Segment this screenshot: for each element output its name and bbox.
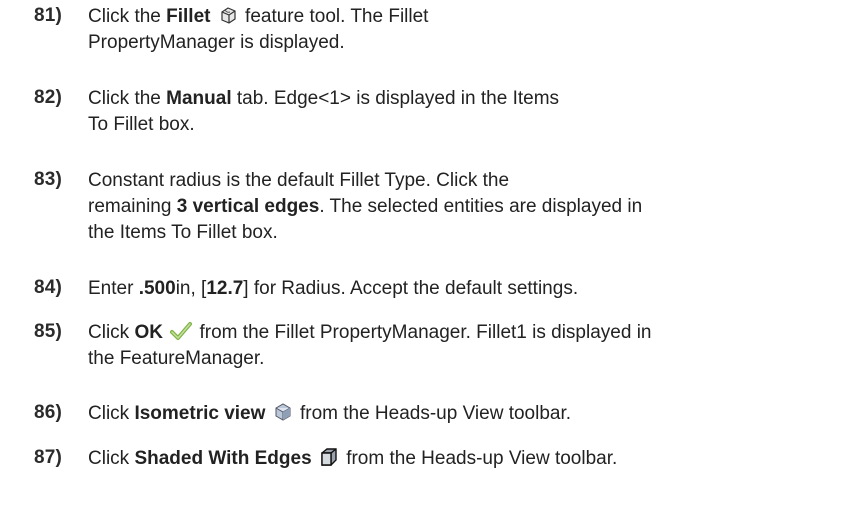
step-text-post: from the Fillet PropertyManager. Fillet1…	[194, 322, 652, 343]
step-text-bold: .500	[138, 278, 176, 299]
step-text-bold: Fillet	[166, 6, 211, 27]
step-text-pre: Click the	[88, 88, 167, 109]
step-text-post: feature tool. The Fillet	[239, 6, 429, 27]
step-text-line2: PropertyManager is displayed.	[88, 32, 345, 53]
step-text: Click Shaded With Edges from the Heads-u…	[88, 446, 864, 472]
step-number: 83)	[34, 169, 63, 190]
step-text-pre: Click	[88, 448, 135, 469]
step-text-line1: Constant radius is the default Fillet Ty…	[88, 170, 510, 191]
step-text-line2: the FeatureManager.	[88, 348, 265, 369]
step-text: Click the Fillet feature tool. The Fille…	[88, 4, 864, 56]
step-text-pre: Click	[88, 403, 135, 424]
step-number: 82)	[34, 87, 63, 108]
step-number: 86)	[34, 402, 63, 423]
step-text: Enter .500in, [12.7] for Radius. Accept …	[88, 276, 864, 302]
step-text-post: ] for Radius. Accept the default setting…	[243, 278, 579, 299]
step-text-bold: 12.7	[206, 278, 244, 299]
step-text-post: tab. Edge<1> is displayed in the Items	[231, 88, 560, 109]
step-text-bold: Isometric view	[134, 403, 266, 424]
step-text-pre: remaining	[88, 196, 177, 217]
step-text: Constant radius is the default Fillet Ty…	[88, 168, 864, 246]
shaded-with-edges-icon	[319, 447, 339, 475]
step-text-pre: Click the	[88, 6, 167, 27]
step-text-mid: in, [	[175, 278, 207, 299]
step-text-line3: the Items To Fillet box.	[88, 222, 278, 243]
fillet-feature-icon	[218, 5, 238, 33]
step-text-bold: 3 vertical edges	[176, 196, 320, 217]
step-number: 84)	[34, 277, 63, 298]
step-number: 81)	[34, 5, 63, 26]
step-text-bold: Manual	[166, 88, 232, 109]
step-text-line2: To Fillet box.	[88, 114, 195, 135]
step-number: 85)	[34, 321, 63, 342]
step-text-bold: OK	[134, 322, 163, 343]
step-text-post: from the Heads-up View toolbar.	[294, 403, 572, 424]
step-text-post: from the Heads-up View toolbar.	[340, 448, 618, 469]
step-text-bold: Shaded With Edges	[134, 448, 312, 469]
isometric-view-icon	[273, 402, 293, 430]
step-number: 87)	[34, 447, 63, 468]
step-text-post: . The selected entities are displayed in	[319, 196, 643, 217]
step-text: Click Isometric view from the Heads-up V…	[88, 401, 864, 427]
step-text: Click OK from the Fillet PropertyManager…	[88, 320, 864, 372]
ok-checkmark-icon	[170, 321, 193, 349]
instruction-page: 81) Click the Fillet feature tool. The F…	[0, 0, 864, 512]
step-text: Click the Manual tab. Edge<1> is display…	[88, 86, 864, 138]
step-text-pre: Enter	[88, 278, 139, 299]
step-text-pre: Click	[88, 322, 135, 343]
